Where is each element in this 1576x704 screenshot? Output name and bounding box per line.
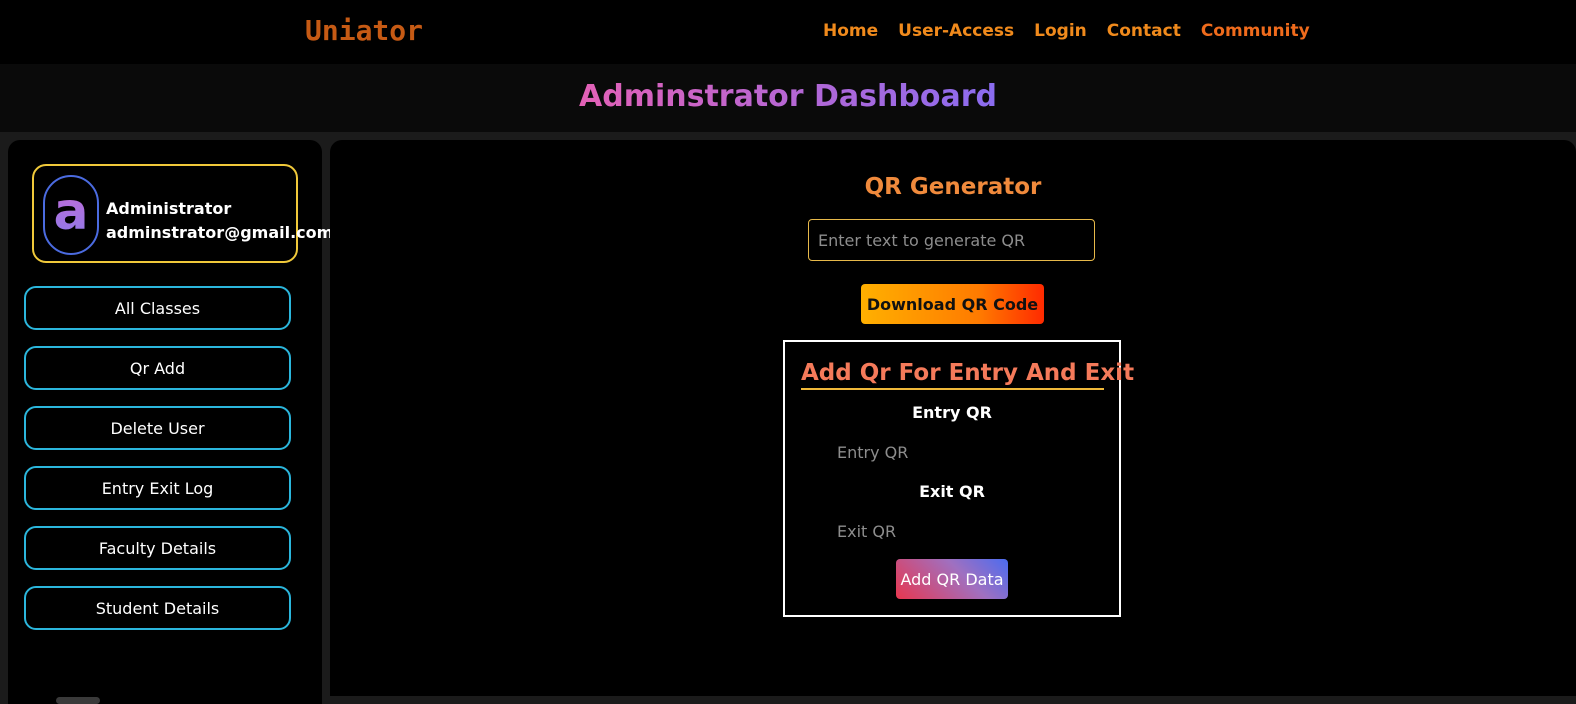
entry-exit-qr-form: Add Qr For Entry And Exit Entry QR Exit … bbox=[783, 340, 1134, 617]
nav-link-home[interactable]: Home bbox=[823, 21, 878, 41]
delete-user-button[interactable]: Delete User bbox=[24, 406, 291, 450]
student-details-button[interactable]: Student Details bbox=[24, 586, 291, 630]
qr-text-input[interactable] bbox=[808, 219, 1095, 261]
entry-exit-title: Add Qr For Entry And Exit bbox=[801, 360, 1134, 390]
download-qr-button[interactable]: Download QR Code bbox=[861, 284, 1044, 324]
exit-qr-label: Exit QR bbox=[919, 482, 985, 501]
nav-link-login[interactable]: Login bbox=[1034, 21, 1087, 41]
exit-qr-input[interactable] bbox=[837, 517, 1067, 545]
page-title: Adminstrator Dashboard bbox=[579, 79, 997, 114]
qr-generator-title: QR Generator bbox=[864, 174, 1042, 200]
avatar: a bbox=[43, 175, 99, 255]
faculty-details-button[interactable]: Faculty Details bbox=[24, 526, 291, 570]
profile-email: adminstrator@gmail.com bbox=[106, 223, 334, 242]
nav-link-user-access[interactable]: User-Access bbox=[898, 21, 1014, 41]
avatar-letter: a bbox=[53, 182, 89, 242]
nav-link-community[interactable]: Community bbox=[1201, 21, 1310, 41]
qr-add-button[interactable]: Qr Add bbox=[24, 346, 291, 390]
page-header: Adminstrator Dashboard bbox=[0, 64, 1576, 132]
brand-logo[interactable]: Uniator bbox=[305, 14, 423, 47]
main-panel: QR Generator Download QR Code Add Qr For… bbox=[330, 140, 1576, 696]
entry-exit-log-button[interactable]: Entry Exit Log bbox=[24, 466, 291, 510]
nav-link-contact[interactable]: Contact bbox=[1107, 21, 1181, 41]
nav-links: Home User-Access Login Contact Community bbox=[823, 21, 1310, 41]
entry-qr-label: Entry QR bbox=[912, 403, 992, 422]
profile-name: Administrator bbox=[106, 199, 232, 218]
profile-card: a Administrator adminstrator@gmail.com bbox=[32, 164, 333, 263]
horizontal-scrollbar[interactable] bbox=[56, 697, 100, 704]
sidebar: a Administrator adminstrator@gmail.com A… bbox=[8, 140, 333, 704]
all-classes-button[interactable]: All Classes bbox=[24, 286, 291, 330]
navbar: Uniator Home User-Access Login Contact C… bbox=[0, 0, 1576, 64]
entry-qr-input[interactable] bbox=[837, 438, 1067, 466]
profile-info: Administrator adminstrator@gmail.com bbox=[106, 197, 333, 245]
add-qr-data-button[interactable]: Add QR Data bbox=[896, 559, 1008, 599]
